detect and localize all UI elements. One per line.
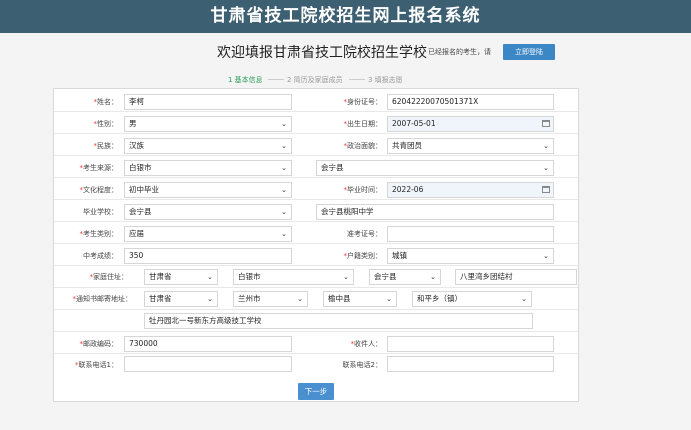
candidate-type-select[interactable]: 应届 ⌄ (124, 226, 292, 242)
recipient-label: *收件人： (350, 340, 383, 348)
school-label: 毕业学校： (83, 208, 118, 216)
id-card-label: *身份证号： (343, 98, 383, 106)
calendar-icon[interactable] (542, 120, 550, 127)
birth-date-input[interactable]: 2007-05-01 (387, 116, 554, 132)
chevron-down-icon: ⌄ (207, 295, 213, 303)
gender-select[interactable]: 男 ⌄ (124, 116, 292, 132)
phone2-input[interactable] (387, 356, 554, 372)
chevron-down-icon: ⌄ (343, 273, 349, 281)
chevron-down-icon: ⌄ (543, 252, 549, 260)
mail-address-label: *通知书邮寄地址： (72, 295, 133, 303)
chevron-down-icon: ⌄ (543, 142, 549, 150)
chevron-down-icon: ⌄ (521, 295, 527, 303)
postal-code-label: *邮政编码： (79, 340, 119, 348)
mail-province-select[interactable]: 甘肃省 ⌄ (144, 291, 218, 307)
graduation-time-label: *毕业时间： (343, 186, 383, 194)
id-card-input[interactable]: 62042220070501371X (387, 94, 554, 110)
step-basic-info[interactable]: 1 基本信息 (228, 75, 263, 85)
step-divider (349, 79, 365, 80)
education-label: *文化程度： (79, 186, 119, 194)
chevron-down-icon: ⌄ (281, 186, 287, 194)
mail-county-select[interactable]: 榆中县 ⌄ (323, 291, 397, 307)
birth-date-label: *出生日期： (343, 120, 383, 128)
welcome-title: 欢迎填报甘肃省技工院校招生学校 (217, 45, 427, 61)
household-type-select[interactable]: 城镇 ⌄ (387, 248, 554, 264)
home-province-select[interactable]: 甘肃省 ⌄ (144, 269, 218, 285)
chevron-down-icon: ⌄ (297, 295, 303, 303)
mail-address-detail-input[interactable]: 牡丹园北一号新东方高级技工学校 (144, 313, 533, 329)
home-city-select[interactable]: 白银市 ⌄ (233, 269, 354, 285)
system-title: 甘肃省技工院校招生网上报名系统 (210, 6, 481, 26)
login-button[interactable]: 立即登陆 (503, 44, 555, 60)
chevron-down-icon: ⌄ (207, 273, 213, 281)
name-input[interactable]: 李柯 (124, 94, 292, 110)
phone2-label: 联系电话2： (342, 361, 382, 369)
calendar-icon[interactable] (542, 186, 550, 193)
ethnicity-label: *民族： (93, 142, 119, 150)
chevron-down-icon: ⌄ (281, 142, 287, 150)
chevron-down-icon: ⌄ (430, 273, 436, 281)
chevron-down-icon: ⌄ (386, 295, 392, 303)
mail-town-select[interactable]: 和平乡（镇） ⌄ (412, 291, 532, 307)
political-status-select[interactable]: 共青团员 ⌄ (387, 138, 554, 154)
chevron-down-icon: ⌄ (281, 164, 287, 172)
origin-city-select[interactable]: 白银市 ⌄ (124, 160, 292, 176)
school-name-input[interactable]: 会宁县桃阳中学 (316, 204, 554, 220)
chevron-down-icon: ⌄ (543, 164, 549, 172)
chevron-down-icon: ⌄ (281, 120, 287, 128)
school-county-select[interactable]: 会宁县 ⌄ (124, 204, 292, 220)
home-county-select[interactable]: 会宁县 ⌄ (369, 269, 441, 285)
step-divider (268, 79, 284, 80)
exam-score-label: 中考成绩： (83, 252, 118, 260)
postal-code-input[interactable]: 730000 (124, 336, 292, 352)
political-status-label: *政治面貌： (343, 142, 383, 150)
household-type-label: *户籍类别： (343, 252, 383, 260)
phone1-input[interactable] (124, 356, 292, 372)
next-step-button[interactable]: 下一步 (298, 383, 334, 400)
candidate-type-label: *考生类别： (79, 230, 119, 238)
gender-label: *性别： (93, 120, 119, 128)
ethnicity-select[interactable]: 汉族 ⌄ (124, 138, 292, 154)
phone1-label: *联系电话1： (75, 361, 118, 369)
home-address-detail-input[interactable]: 八里湾乡团结村 (455, 269, 577, 285)
step-choose-school[interactable]: 3 填报志愿 (368, 75, 403, 85)
graduation-time-input[interactable]: 2022-06 (387, 182, 554, 198)
header-bar: 甘肃省技工院校招生网上报名系统 (0, 0, 691, 33)
home-address-label: *家庭住址： (89, 273, 129, 281)
exam-number-label: 准考证号： (347, 230, 382, 238)
chevron-down-icon: ⌄ (281, 230, 287, 238)
education-select[interactable]: 初中毕业 ⌄ (124, 182, 292, 198)
origin-county-select[interactable]: 会宁县 ⌄ (316, 160, 554, 176)
mail-city-select[interactable]: 兰州市 ⌄ (233, 291, 308, 307)
exam-number-input[interactable] (387, 226, 554, 242)
name-label: *姓名： (93, 98, 119, 106)
recipient-input[interactable] (387, 336, 554, 352)
origin-label: *考生来源： (79, 164, 119, 172)
exam-score-input[interactable]: 350 (124, 248, 292, 264)
registered-tip: 已经报名的考生，请 (428, 48, 491, 56)
step-resume-family[interactable]: 2 简历及家庭成员 (287, 75, 343, 85)
chevron-down-icon: ⌄ (281, 208, 287, 216)
